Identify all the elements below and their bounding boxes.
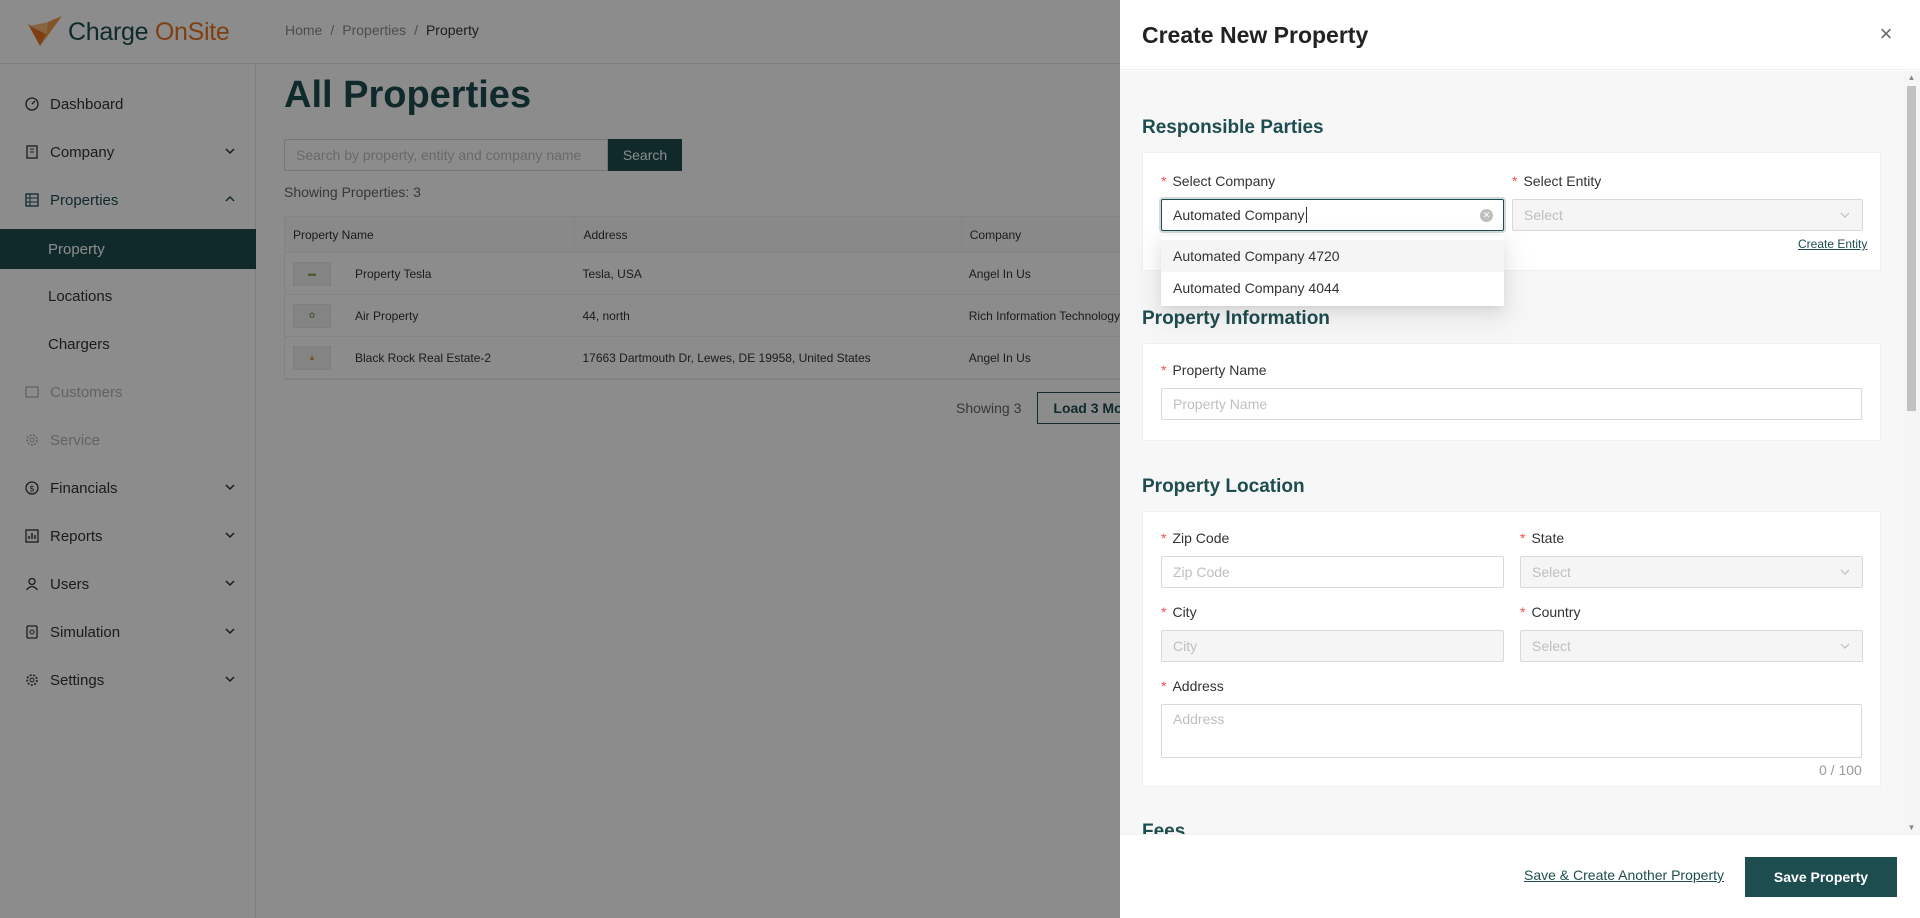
- property-name-label-text: Property Name: [1172, 362, 1267, 378]
- city-input[interactable]: City: [1161, 630, 1504, 662]
- chevron-down-icon: [1840, 569, 1850, 575]
- close-icon[interactable]: ×: [1876, 23, 1896, 45]
- company-select[interactable]: Automated Company ✕: [1161, 199, 1504, 231]
- state-placeholder: Select: [1532, 564, 1571, 580]
- create-property-drawer: Create New Property × Responsible Partie…: [1120, 0, 1920, 918]
- required-asterisk: *: [1161, 362, 1167, 378]
- scroll-down-arrow[interactable]: ▼: [1907, 823, 1916, 832]
- entity-select[interactable]: Select: [1512, 199, 1863, 231]
- drawer-title: Create New Property: [1142, 22, 1369, 48]
- address-textarea[interactable]: [1161, 704, 1862, 758]
- city-label: * City: [1161, 604, 1197, 620]
- zip-code-label-text: Zip Code: [1172, 530, 1230, 546]
- property-information-card: * Property Name Property Name: [1142, 343, 1881, 441]
- zip-code-input[interactable]: Zip Code: [1161, 556, 1504, 588]
- address-label: * Address: [1161, 678, 1224, 694]
- required-asterisk: *: [1512, 173, 1518, 189]
- section-title-responsible-parties: Responsible Parties: [1142, 117, 1324, 138]
- country-label: * Country: [1520, 604, 1580, 620]
- property-name-label: * Property Name: [1161, 362, 1267, 378]
- zip-code-label: * Zip Code: [1161, 530, 1229, 546]
- select-company-label: * Select Company: [1161, 173, 1275, 189]
- company-option[interactable]: Automated Company 4044: [1161, 272, 1504, 304]
- scroll-up-arrow[interactable]: ▲: [1907, 73, 1916, 82]
- company-option[interactable]: Automated Company 4720: [1161, 240, 1504, 272]
- property-name-placeholder: Property Name: [1173, 396, 1268, 412]
- drawer-scrollbar[interactable]: ▲ ▼: [1903, 71, 1920, 834]
- text-caret: [1305, 207, 1307, 223]
- state-label: * State: [1520, 530, 1564, 546]
- required-asterisk: *: [1520, 530, 1526, 546]
- country-select[interactable]: Select: [1520, 630, 1863, 662]
- create-entity-link[interactable]: Create Entity: [1798, 237, 1867, 251]
- country-placeholder: Select: [1532, 638, 1571, 654]
- section-title-fees: Fees: [1142, 821, 1186, 834]
- required-asterisk: *: [1520, 604, 1526, 620]
- property-location-card: * Zip Code Zip Code * State Select * City C…: [1142, 511, 1881, 787]
- chevron-down-icon: [1840, 212, 1850, 218]
- company-search-value: Automated Company: [1173, 207, 1305, 223]
- city-placeholder: City: [1173, 638, 1198, 654]
- address-char-counter: 0 / 100: [1819, 762, 1862, 778]
- save-and-create-another-link[interactable]: Save & Create Another Property: [1524, 867, 1724, 883]
- required-asterisk: *: [1161, 173, 1167, 189]
- drawer-header: Create New Property ×: [1120, 0, 1920, 70]
- section-title-property-location: Property Location: [1142, 476, 1305, 497]
- country-label-text: Country: [1531, 604, 1581, 620]
- entity-placeholder: Select: [1524, 207, 1563, 223]
- chevron-down-icon: [1840, 643, 1850, 649]
- address-label-text: Address: [1172, 678, 1224, 694]
- required-asterisk: *: [1161, 530, 1167, 546]
- scroll-thumb[interactable]: [1907, 86, 1916, 411]
- state-select[interactable]: Select: [1520, 556, 1863, 588]
- required-asterisk: *: [1161, 678, 1167, 694]
- clear-icon[interactable]: ✕: [1480, 209, 1493, 222]
- company-dropdown: Automated Company 4720 Automated Company…: [1161, 236, 1504, 306]
- section-title-property-information: Property Information: [1142, 308, 1330, 329]
- city-label-text: City: [1172, 604, 1197, 620]
- drawer-body: Responsible Parties * Select Company Auto…: [1120, 71, 1920, 834]
- zip-code-placeholder: Zip Code: [1173, 564, 1230, 580]
- save-property-button[interactable]: Save Property: [1745, 857, 1897, 897]
- select-entity-label: * Select Entity: [1512, 173, 1601, 189]
- drawer-footer: Save & Create Another Property Save Prop…: [1120, 834, 1920, 918]
- property-name-input[interactable]: Property Name: [1161, 388, 1862, 420]
- required-asterisk: *: [1161, 604, 1167, 620]
- select-entity-label-text: Select Entity: [1523, 173, 1602, 189]
- state-label-text: State: [1531, 530, 1565, 546]
- select-company-label-text: Select Company: [1172, 173, 1276, 189]
